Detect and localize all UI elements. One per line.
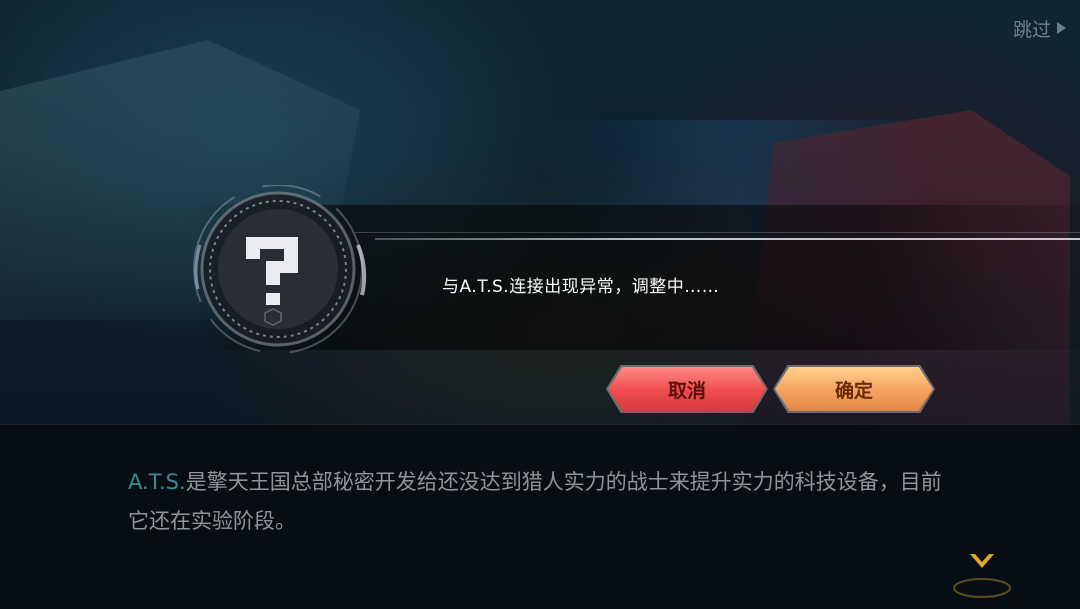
story-dialog-text: A.T.S.是擎天王国总部秘密开发给还没达到猎人实力的战士来提升实力的科技设备，…	[128, 463, 958, 541]
dialog-highlight-term: A.T.S.	[128, 470, 186, 494]
banner-divider	[375, 238, 1080, 240]
question-mark-icon	[193, 185, 367, 354]
skip-label: 跳过	[1012, 18, 1051, 41]
dialog-body: 是擎天王国总部秘密开发给还没达到猎人实力的战士来提升实力的科技设备，目前它还在实…	[128, 470, 942, 533]
next-chevron-icon[interactable]	[950, 548, 1014, 602]
skip-button[interactable]: 跳过	[1013, 14, 1066, 42]
confirm-button[interactable]: 确定	[775, 367, 933, 411]
play-arrow-icon	[1057, 22, 1066, 34]
popup-message: 与A.T.S.连接出现异常，调整中……	[442, 277, 720, 297]
banner-divider-thin	[355, 232, 1080, 233]
cancel-button[interactable]: 取消	[608, 367, 766, 411]
